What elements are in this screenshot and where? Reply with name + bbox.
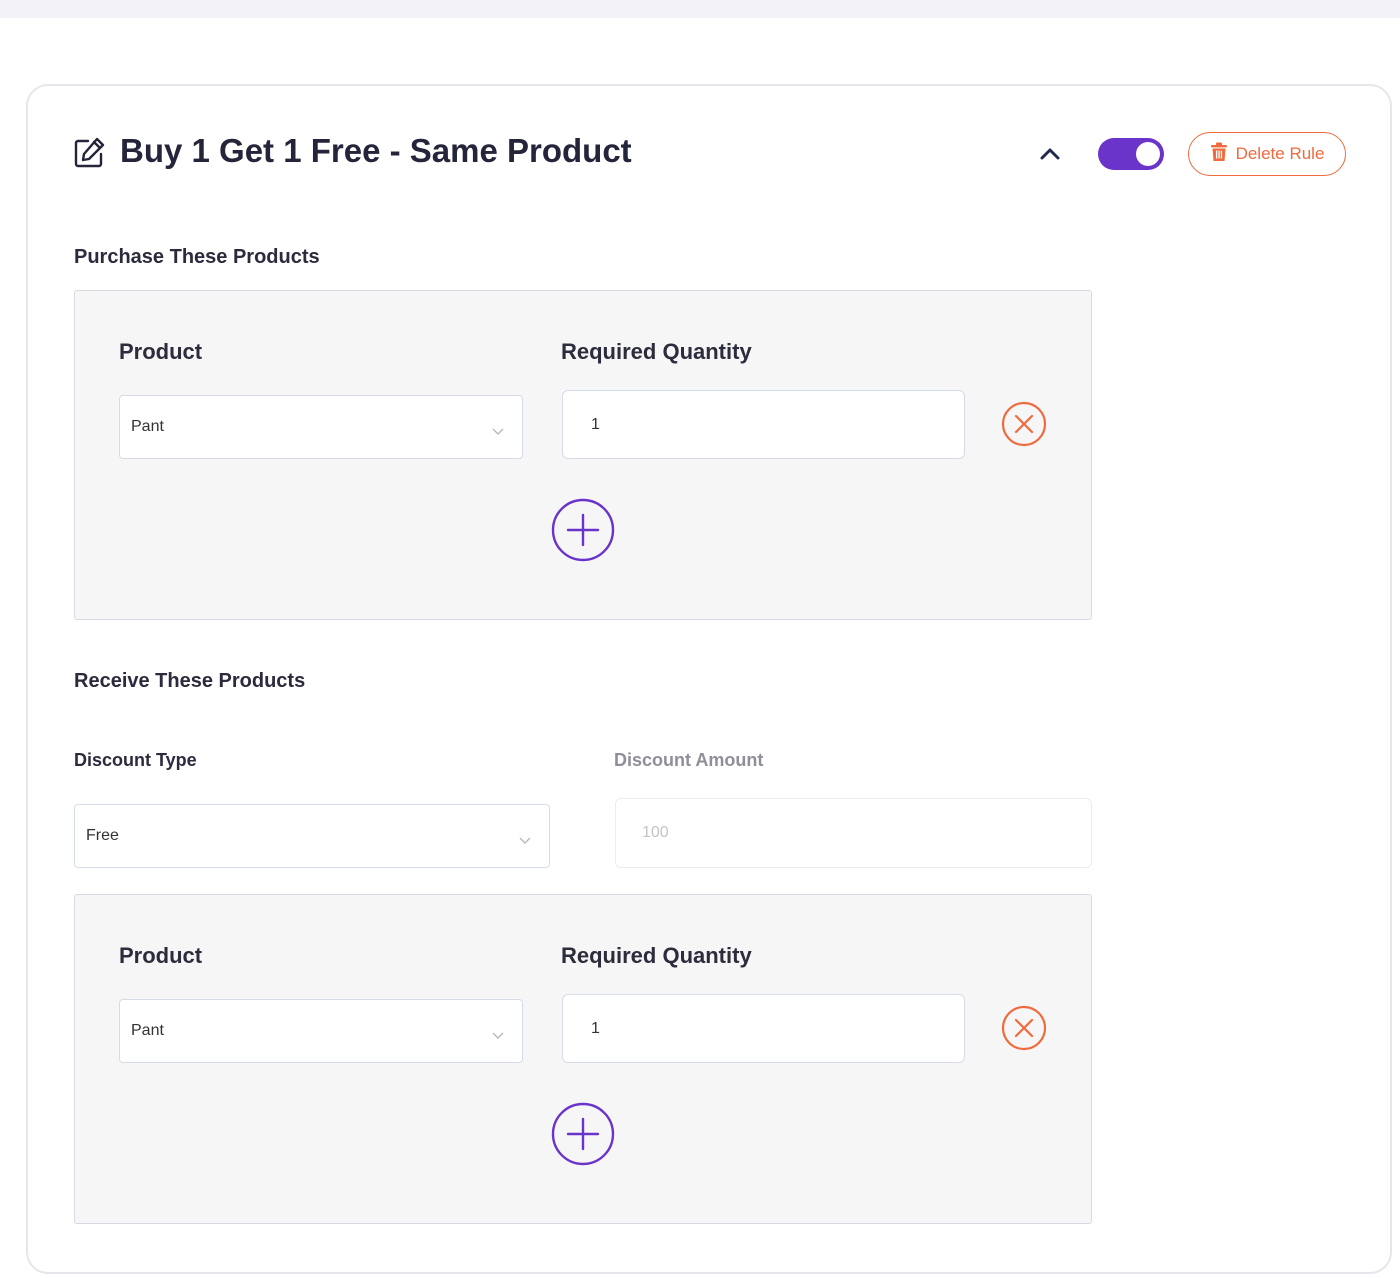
receive-products-box: Product Required Quantity Pant 1	[74, 894, 1092, 1224]
purchase-quantity-value: 1	[591, 415, 600, 433]
chevron-down-icon	[492, 1027, 504, 1039]
delete-rule-button[interactable]: Delete Rule	[1188, 132, 1346, 176]
remove-purchase-row-button[interactable]	[1001, 401, 1047, 447]
remove-receive-row-button[interactable]	[1001, 1005, 1047, 1051]
receive-product-select[interactable]: Pant	[119, 999, 523, 1063]
purchase-products-box: Product Required Quantity Pant 1	[74, 290, 1092, 620]
receive-quantity-value: 1	[591, 1019, 600, 1037]
top-band	[0, 0, 1400, 18]
purchase-product-value: Pant	[131, 418, 164, 435]
required-quantity-label: Required Quantity	[561, 339, 752, 364]
required-quantity-label: Required Quantity	[561, 943, 752, 968]
delete-rule-label: Delete Rule	[1235, 144, 1325, 163]
rule-title[interactable]: Buy 1 Get 1 Free - Same Product	[120, 132, 632, 170]
product-label: Product	[119, 943, 203, 968]
chevron-down-icon	[519, 832, 531, 844]
discount-type-value: Free	[86, 827, 119, 844]
toggle-knob	[1136, 142, 1160, 166]
chevron-up-icon[interactable]	[1036, 140, 1064, 168]
edit-icon[interactable]	[72, 136, 106, 170]
chevron-down-icon	[492, 423, 504, 435]
purchase-product-select[interactable]: Pant	[119, 395, 523, 459]
purchase-quantity-input[interactable]: 1	[562, 390, 965, 459]
discount-amount-placeholder: 100	[642, 824, 669, 841]
add-purchase-row-button[interactable]	[551, 498, 615, 562]
receive-quantity-input[interactable]: 1	[562, 994, 965, 1063]
receive-section-label: Receive These Products	[74, 670, 306, 692]
discount-amount-input[interactable]: 100	[615, 798, 1092, 868]
add-receive-row-button[interactable]	[551, 1102, 615, 1166]
discount-amount-label: Discount Amount	[614, 750, 764, 770]
discount-type-select[interactable]: Free	[74, 804, 550, 868]
rule-card: Buy 1 Get 1 Free - Same Product Delete R…	[26, 84, 1392, 1274]
rule-header: Buy 1 Get 1 Free - Same Product Delete R…	[28, 86, 1390, 226]
receive-product-value: Pant	[131, 1022, 164, 1039]
product-label: Product	[119, 339, 203, 364]
rule-enabled-toggle[interactable]	[1098, 138, 1164, 170]
trash-icon	[1210, 142, 1228, 167]
purchase-section-label: Purchase These Products	[74, 246, 320, 268]
discount-type-label: Discount Type	[74, 750, 197, 770]
